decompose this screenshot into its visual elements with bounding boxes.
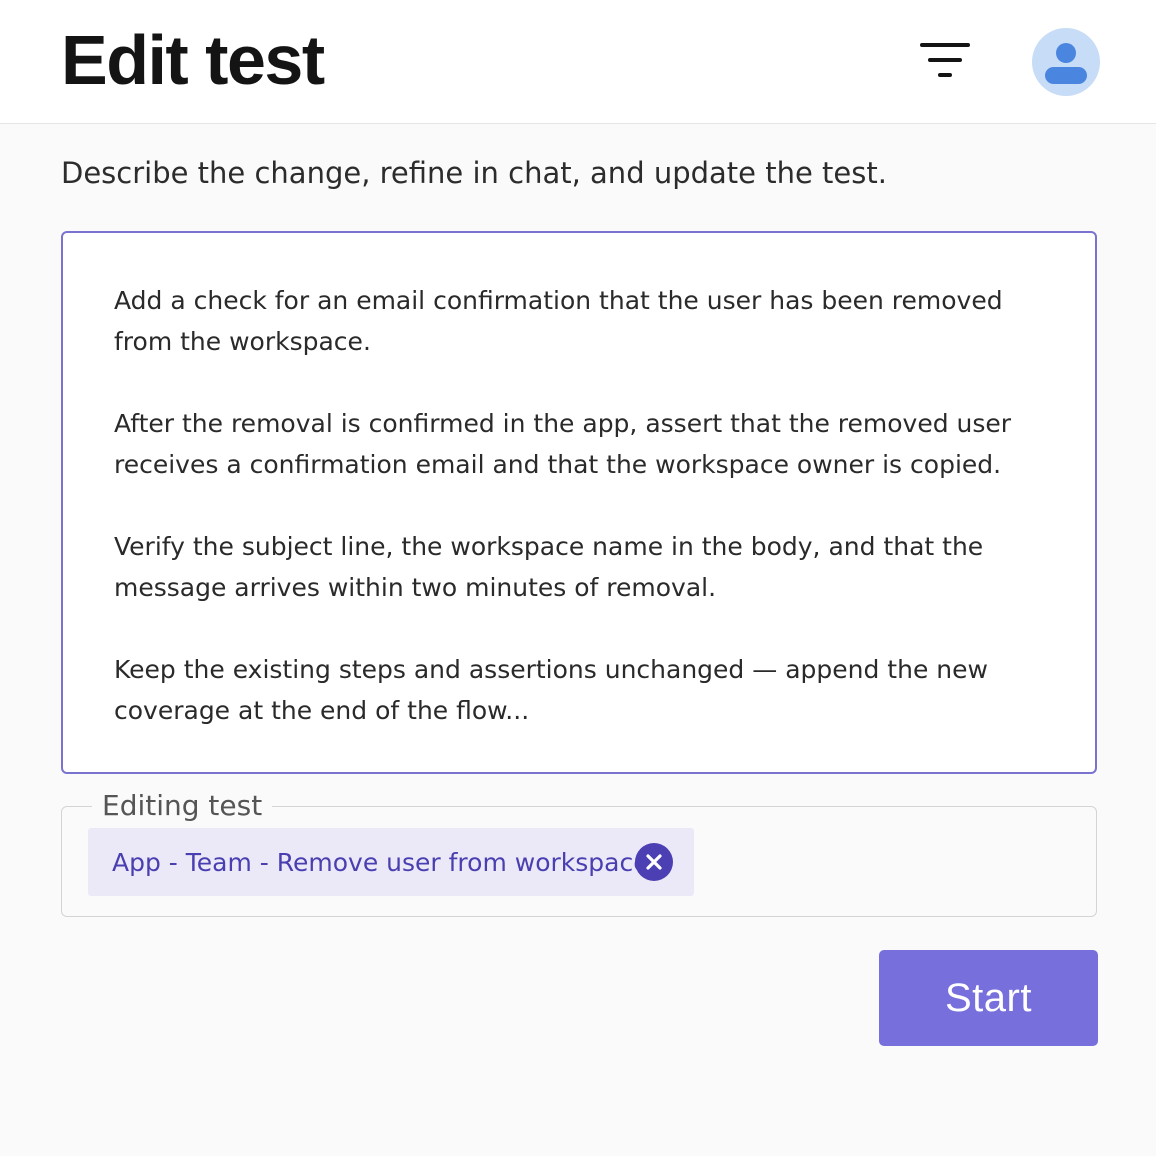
user-icon: [1045, 43, 1087, 84]
prompt-paragraph: Add a check for an email confirmation th…: [114, 286, 1003, 356]
start-button[interactable]: Start: [879, 950, 1098, 1046]
editing-test-legend: Editing test: [92, 788, 273, 824]
filter-button[interactable]: [912, 34, 978, 88]
close-icon: [646, 854, 662, 870]
prompt-paragraph: After the removal is confirmed in the ap…: [114, 409, 1012, 479]
filter-icon: [920, 43, 970, 77]
page-description: Describe the change, refine in chat, and…: [61, 156, 887, 190]
prompt-paragraph: Verify the subject line, the workspace n…: [114, 532, 984, 602]
selected-test-chip[interactable]: App - Team - Remove user from workspace: [88, 828, 694, 896]
prompt-paragraph: Keep the existing steps and assertions u…: [114, 655, 988, 725]
editing-test-field: Editing test App - Team - Remove user fr…: [61, 788, 1097, 917]
remove-chip-button[interactable]: [635, 843, 673, 881]
chip-label: App - Team - Remove user from workspace: [112, 847, 649, 877]
change-description-textarea[interactable]: Add a check for an email confirmation th…: [61, 231, 1097, 774]
page-title: Edit test: [61, 21, 325, 99]
app-header: Edit test: [0, 0, 1156, 124]
avatar[interactable]: [1032, 28, 1100, 96]
